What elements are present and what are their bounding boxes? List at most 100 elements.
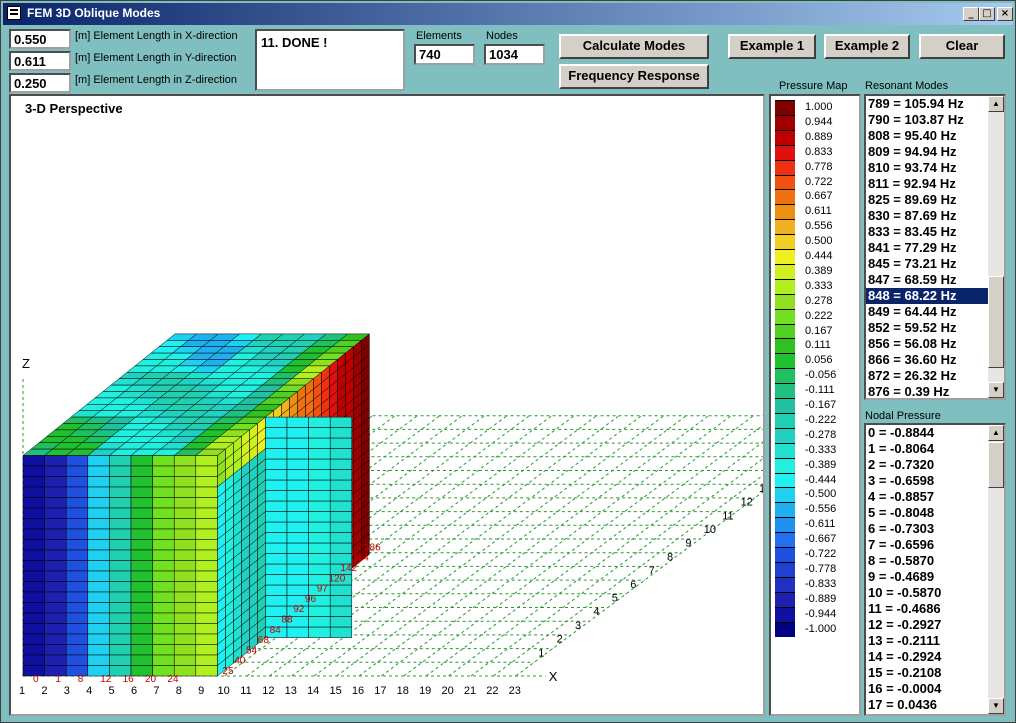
resonant-mode-item[interactable]: 809 = 94.94 Hz	[866, 144, 988, 160]
resonant-mode-item[interactable]: 876 = 0.39 Hz	[866, 384, 988, 398]
resonant-mode-item[interactable]: 825 = 89.69 Hz	[866, 192, 988, 208]
legend-swatch	[775, 353, 795, 369]
inner-face-cell	[308, 437, 331, 449]
resonant-mode-item[interactable]: 833 = 83.45 Hz	[866, 224, 988, 240]
y-length-label: [m] Element Length in Y-direction	[75, 52, 237, 64]
inner-face-cell	[308, 490, 331, 502]
resonant-mode-item[interactable]: 847 = 68.59 Hz	[866, 272, 988, 288]
legend-swatch	[775, 561, 795, 577]
clear-button[interactable]: Clear	[919, 34, 1005, 59]
scroll-down-icon[interactable]: ▼	[988, 698, 1004, 714]
front-face-cell	[109, 497, 132, 509]
nodal-pressure-item[interactable]: 5 = -0.8048	[866, 505, 988, 521]
front-face-cell	[173, 602, 197, 614]
nodal-pressure-item[interactable]: 14 = -0.2924	[866, 649, 988, 665]
legend-label: -0.889	[805, 592, 837, 605]
nodal-pressure-item[interactable]: 7 = -0.6596	[866, 537, 988, 553]
nodal-pressure-item[interactable]: 2 = -0.7320	[866, 457, 988, 473]
front-face-cell	[130, 486, 153, 498]
legend-label: 0.444	[805, 250, 833, 262]
legend-label: 0.556	[805, 220, 833, 233]
legend-level: -0.444	[775, 472, 859, 488]
title-bar[interactable]: FEM 3D Oblique Modes _ □ ×	[3, 3, 1013, 25]
scroll-thumb[interactable]	[988, 442, 1004, 488]
nodal-pressure-item[interactable]: 16 = -0.0004	[866, 681, 988, 697]
front-face-cell	[130, 528, 153, 540]
nodal-scrollbar[interactable]: ▲ ▼	[988, 425, 1004, 714]
maximize-button[interactable]: □	[979, 7, 995, 21]
nodal-pressure-item[interactable]: 11 = -0.4686	[866, 601, 988, 617]
resonant-mode-item[interactable]: 866 = 36.60 Hz	[866, 352, 988, 368]
resonant-scrollbar[interactable]: ▲ ▼	[988, 96, 1004, 398]
x-tick-label: 23	[509, 685, 521, 697]
minimize-button[interactable]: _	[963, 7, 979, 21]
nodal-pressure-list[interactable]: 0 = -0.8844 1 = -0.8064 2 = -0.7320 3 = -0.…	[864, 423, 1006, 716]
y-length-input[interactable]: 0.611	[9, 51, 71, 71]
legend-swatch	[775, 189, 795, 205]
z-length-input[interactable]: 0.250	[9, 73, 71, 93]
legend-label: 0.167	[805, 324, 833, 337]
nodal-pressure-item[interactable]: 1 = -0.8064	[866, 441, 988, 457]
front-face-cell	[173, 654, 197, 666]
legend-level: -1.000	[775, 621, 859, 637]
front-face-cell	[152, 644, 175, 656]
resonant-mode-item[interactable]: 790 = 103.87 Hz	[866, 112, 988, 128]
front-face-cell	[65, 497, 89, 509]
nodal-pressure-item[interactable]: 4 = -0.8857	[866, 489, 988, 505]
example-1-button[interactable]: Example 1	[728, 34, 816, 59]
resonant-mode-item[interactable]: 852 = 59.52 Hz	[866, 320, 988, 336]
resonant-mode-item[interactable]: 830 = 87.69 Hz	[866, 208, 988, 224]
legend-swatch	[775, 398, 795, 413]
front-face-cell	[22, 612, 45, 624]
frequency-response-button[interactable]: Frequency Response	[559, 64, 709, 89]
resonant-mode-item[interactable]: 845 = 73.21 Hz	[866, 256, 988, 272]
nodal-pressure-item[interactable]: 13 = -0.2111	[866, 633, 988, 649]
front-face-cell	[87, 560, 110, 572]
nodal-pressure-item[interactable]: 10 = -0.5870	[866, 585, 988, 601]
node-label: 164	[352, 553, 369, 564]
resonant-mode-item[interactable]: 849 = 64.44 Hz	[866, 304, 988, 320]
nodal-pressure-item[interactable]: 12 = -0.2927	[866, 617, 988, 633]
front-face-cell	[22, 654, 45, 666]
y-tick-label: 5	[612, 593, 618, 605]
nodal-pressure-item[interactable]: 8 = -0.5870	[866, 553, 988, 569]
resonant-mode-item[interactable]: 811 = 92.94 Hz	[866, 176, 988, 192]
nodal-pressure-item[interactable]: 0 = -0.8844	[866, 425, 988, 441]
front-face-cell	[130, 570, 153, 582]
resonant-mode-item[interactable]: 841 = 77.29 Hz	[866, 240, 988, 256]
inner-face-cell	[329, 479, 353, 491]
x-length-label: [m] Element Length in X-direction	[75, 30, 238, 42]
legend-level: -0.222	[775, 412, 859, 428]
nodal-pressure-item[interactable]: 17 = 0.0436	[866, 697, 988, 713]
legend-swatch	[775, 487, 795, 503]
resonant-mode-item[interactable]: 810 = 93.74 Hz	[866, 160, 988, 176]
close-button[interactable]: ×	[997, 7, 1013, 21]
nodal-pressure-item[interactable]: 15 = -0.2108	[866, 665, 988, 681]
scroll-up-icon[interactable]: ▲	[988, 96, 1004, 112]
resonant-mode-item[interactable]: 808 = 95.40 Hz	[866, 128, 988, 144]
legend-level: -0.111	[775, 383, 859, 399]
front-face-cell	[130, 654, 153, 666]
legend-swatch	[775, 591, 795, 607]
x-tick-label: 3	[64, 685, 70, 697]
resonant-mode-item[interactable]: 872 = 26.32 Hz	[866, 368, 988, 384]
front-face-cell	[173, 644, 197, 656]
example-2-button[interactable]: Example 2	[824, 34, 910, 59]
nodal-pressure-item[interactable]: 6 = -0.7303	[866, 521, 988, 537]
resonant-mode-item[interactable]: 848 = 68.22 Hz	[866, 287, 988, 305]
legend-swatch	[775, 547, 795, 562]
calculate-modes-button[interactable]: Calculate Modes	[559, 34, 709, 59]
scroll-down-icon[interactable]: ▼	[988, 382, 1004, 398]
scroll-up-icon[interactable]: ▲	[988, 425, 1004, 441]
front-face-cell	[195, 602, 218, 614]
nodal-pressure-item[interactable]: 3 = -0.6598	[866, 473, 988, 489]
resonant-mode-item[interactable]: 789 = 105.94 Hz	[866, 96, 988, 112]
legend-label: -0.278	[805, 428, 837, 441]
resonant-modes-list[interactable]: 789 = 105.94 Hz 790 = 103.87 Hz 808 = 95.4…	[864, 94, 1006, 400]
x-length-input[interactable]: 0.550	[9, 29, 71, 49]
resonant-mode-item[interactable]: 856 = 56.08 Hz	[866, 336, 988, 352]
nodal-pressure-item[interactable]: 9 = -0.4689	[866, 569, 988, 585]
scroll-thumb[interactable]	[988, 276, 1004, 368]
legend-swatch	[775, 338, 795, 354]
legend-label: 0.111	[805, 339, 831, 352]
